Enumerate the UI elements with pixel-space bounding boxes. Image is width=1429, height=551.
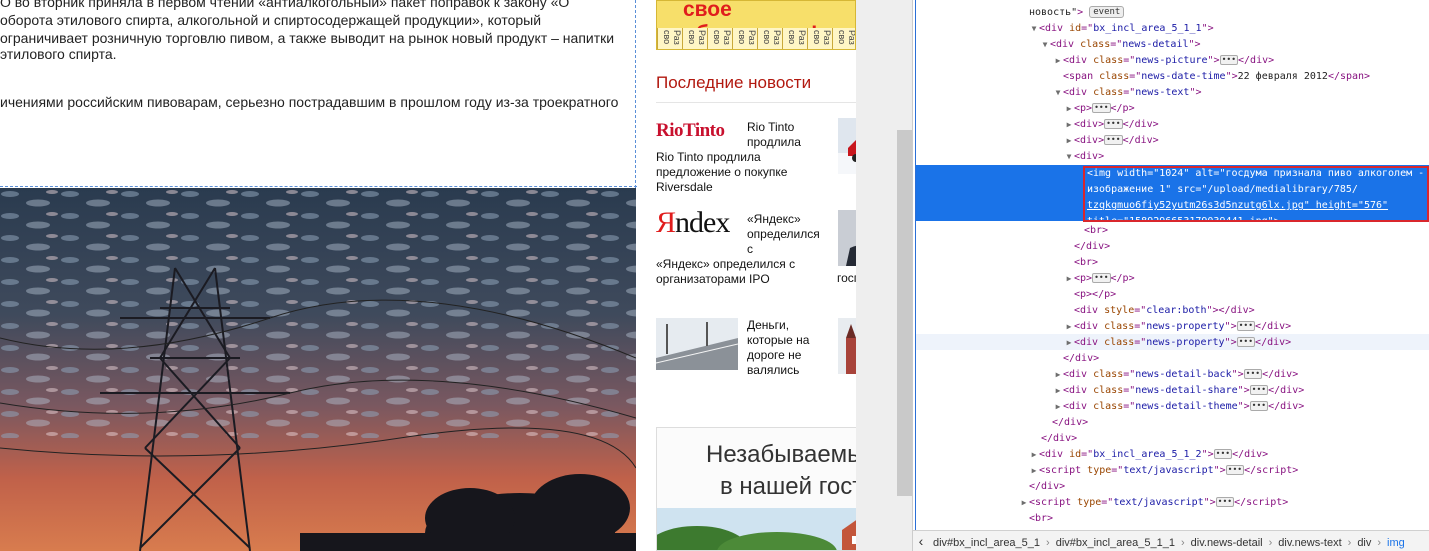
dom-node[interactable]: </div> — [1063, 351, 1429, 367]
dom-node[interactable]: ▼ <div class="news-detail"> — [1040, 37, 1429, 53]
snowy-road-thumbnail[interactable] — [656, 318, 738, 370]
event-badge[interactable]: event — [1089, 6, 1125, 18]
dom-tree-guide — [915, 0, 916, 530]
dom-node[interactable]: ▶ <p> ••• </p> — [1064, 271, 1429, 287]
chevron-left-icon[interactable]: ‹ — [913, 531, 929, 551]
article-line-1: О во вторник приняла в первом чтении «ан… — [0, 0, 570, 10]
page-scrollbar[interactable] — [897, 130, 912, 496]
dom-node[interactable]: ▶ <div class="news-property"> ••• </div> — [1064, 319, 1429, 335]
dom-node[interactable]: ▶ <div class="news-detail-theme"> ••• </div… — [1053, 399, 1429, 415]
breadcrumb-item[interactable]: div#bx_incl_area_5_1 — [929, 533, 1044, 551]
news-item-link[interactable]: «Яндекс» определился с организаторами IP… — [656, 257, 826, 287]
article-line-4: этилового спирта. — [0, 46, 117, 62]
riotinto-logo: RioTinto — [656, 120, 725, 141]
breadcrumb-item-active[interactable]: img — [1383, 533, 1409, 551]
breadcrumb-separator: › — [1377, 537, 1382, 549]
news-item-text-part[interactable]: Rio Tinto продлила — [747, 120, 817, 150]
dom-node[interactable]: ▶ <script type="text/javascript"> ••• </scr… — [1019, 495, 1429, 511]
ad-banner-tear-strips: Раз сво Раз сво Раз сво Раз сво Раз сво … — [657, 28, 855, 49]
yandex-logo: Яndex — [656, 206, 730, 239]
layout-guide-vertical — [635, 0, 636, 188]
ad-strip: Раз сво — [832, 28, 855, 49]
ad-strip: Раз сво — [732, 28, 757, 49]
article-line-5: ичениями российским пивоварам, серьезно … — [0, 94, 619, 110]
ad-banner-top[interactable]: свое объявление! Раз сво Раз сво Раз сво… — [656, 0, 856, 50]
article-pane: О во вторник приняла в первом чтении «ан… — [0, 0, 637, 551]
dom-node[interactable]: <span class="news-date-time">22 февраля … — [1063, 69, 1429, 85]
selected-node-outline — [1083, 166, 1429, 222]
dom-node[interactable]: <br> — [1074, 255, 1429, 271]
breadcrumb-separator: › — [1046, 537, 1050, 549]
ad-strip: Раз сво — [807, 28, 832, 49]
breadcrumb-separator: › — [1180, 537, 1185, 549]
breadcrumb-item[interactable]: div.news-text — [1274, 533, 1345, 551]
breadcrumb-item[interactable]: div.news-detail — [1187, 533, 1267, 551]
ad-strip: Раз сво — [682, 28, 707, 49]
dom-node[interactable]: ▼ <div class="news-text"> — [1053, 85, 1429, 101]
dom-node[interactable]: <br> — [1029, 511, 1429, 527]
dom-breadcrumbs: ‹ div#bx_incl_area_5_1 › div#bx_incl_area_5… — [913, 530, 1429, 551]
dom-node[interactable]: <br> — [1084, 223, 1429, 239]
article-line-2: оборота этилового спирта, алкогольной и … — [0, 12, 542, 28]
dom-node[interactable]: ▼ <div> — [1064, 149, 1429, 165]
power-lines-illustration — [0, 188, 636, 551]
devtools-elements-panel: новость"> event ▼ <div id="bx_incl_area_5… — [912, 0, 1429, 551]
latest-news-heading: Последние новости — [656, 73, 812, 92]
ad-strip: Раз сво — [707, 28, 732, 49]
dom-node[interactable]: ▶ <div class="news-detail-back"> ••• </div> — [1053, 367, 1429, 383]
dom-node[interactable]: ▶ <div id="bx_incl_area_5_1_2"> ••• </div> — [1029, 447, 1429, 463]
dom-node[interactable]: </div> — [1041, 431, 1429, 447]
breadcrumb-item[interactable]: div — [1353, 533, 1375, 551]
layout-guide-horizontal — [0, 186, 637, 187]
news-item-text-part[interactable]: «Яндекс» определился с — [747, 212, 829, 257]
article-image-power-lines[interactable] — [0, 188, 636, 551]
dom-node[interactable]: ▶ <p> ••• </p> — [1064, 101, 1429, 117]
dom-node[interactable]: ▶ <div> ••• </div> — [1064, 133, 1429, 149]
dom-node[interactable]: </div> — [1074, 239, 1429, 255]
news-item-link[interactable]: Деньги, которые на дороге не валялись — [747, 318, 829, 378]
dom-node[interactable]: ▶ <div class="news-picture"> ••• </div> — [1053, 53, 1429, 69]
news-item-link[interactable]: Rio Tinto продлила предложение о покупке… — [656, 150, 826, 195]
dom-node[interactable]: <p></p> — [1074, 287, 1429, 303]
breadcrumb-item[interactable]: div#bx_incl_area_5_1_1 — [1052, 533, 1179, 551]
breadcrumb-separator: › — [1268, 537, 1273, 549]
dom-node[interactable]: ▶ <div> ••• </div> — [1064, 117, 1429, 133]
dom-node[interactable]: <div style="clear:both"></div> — [1074, 303, 1429, 319]
dom-node[interactable]: новость"> event — [1029, 5, 1429, 21]
ad-strip: Раз сво — [757, 28, 782, 49]
breadcrumb-separator: › — [1347, 537, 1352, 549]
dom-node[interactable]: ▶ <div class="news-detail-share"> ••• </div… — [1053, 383, 1429, 399]
dom-node[interactable]: ▶ <script type="text/javascript"> ••• </scr… — [1029, 463, 1429, 479]
ad-strip: Раз сво — [782, 28, 807, 49]
ad-strip: Раз сво — [657, 28, 682, 49]
dom-node[interactable]: </div> — [1029, 479, 1429, 495]
dom-node[interactable]: </div> — [1052, 415, 1429, 431]
ad-hotel-line-1: Незабываемый — [706, 441, 878, 468]
dom-node[interactable]: ▼ <div id="bx_incl_area_5_1_1"> — [1029, 21, 1429, 37]
dom-node[interactable]: ▶ <div class="news-property"> ••• </div> — [1064, 335, 1429, 351]
